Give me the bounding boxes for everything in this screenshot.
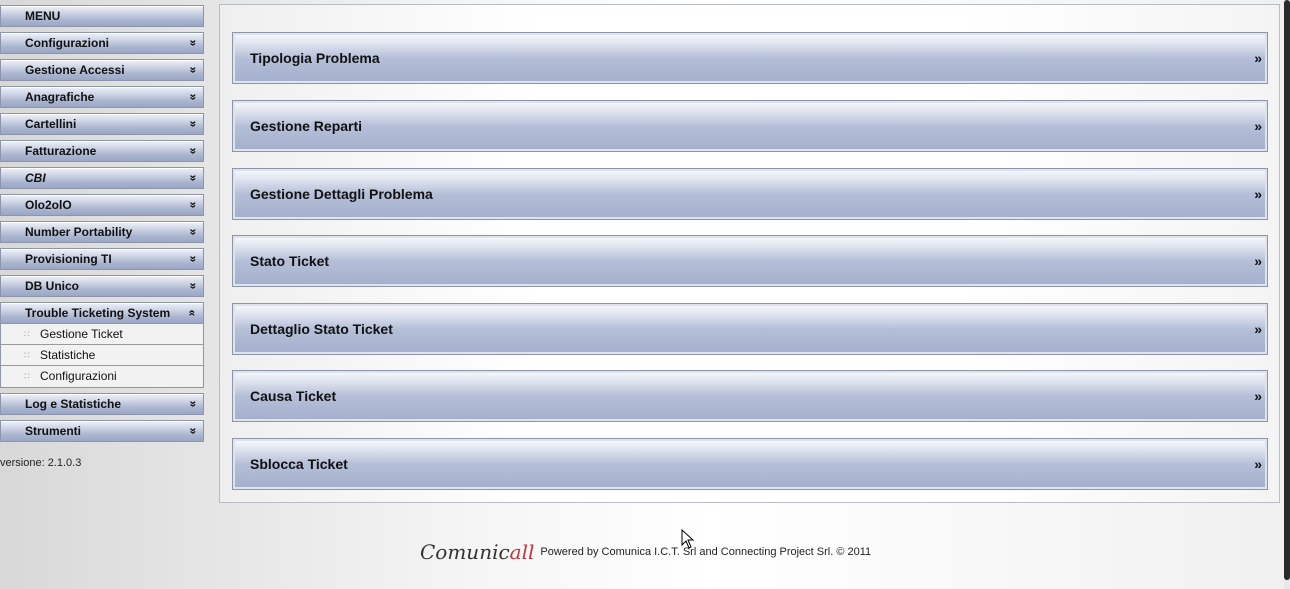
sidebar-item-fatturazione[interactable]: Fatturazione » — [0, 140, 204, 162]
row-sblocca-ticket[interactable]: Sblocca Ticket » — [232, 438, 1268, 490]
sidebar-item-number-portability[interactable]: Number Portability » — [0, 221, 204, 243]
row-label: Tipologia Problema — [250, 50, 380, 66]
double-chevron-right-icon: » — [1254, 186, 1262, 202]
submenu-item-label: Statistiche — [40, 348, 96, 362]
sidebar-item-provisioning-ti[interactable]: Provisioning TI » — [0, 248, 204, 270]
main-panel: Tipologia Problema » Gestione Reparti » … — [219, 4, 1280, 503]
copyright-label: © 2011 — [836, 546, 872, 558]
row-inner: Dettaglio Stato Ticket » — [235, 306, 1265, 352]
sidebar-item-cartellini[interactable]: Cartellini » — [0, 113, 204, 135]
bullet-icon: ∷ — [24, 371, 30, 381]
row-stato-ticket[interactable]: Stato Ticket » — [232, 235, 1268, 287]
row-label: Gestione Reparti — [250, 118, 363, 134]
row-label: Sblocca Ticket — [250, 456, 348, 472]
sidebar-item-label: Log e Statistiche — [25, 397, 122, 411]
row-inner: Gestione Reparti » — [235, 103, 1265, 149]
sidebar-item-label: Olo2olO — [25, 198, 72, 212]
submenu-trouble-ticketing: ∷ Gestione Ticket ∷ Statistiche ∷ Config… — [0, 324, 204, 388]
sidebar-item-label: Anagrafiche — [25, 90, 95, 104]
row-inner: Tipologia Problema » — [235, 35, 1265, 81]
sidebar-item-configurazioni[interactable]: Configurazioni » — [0, 32, 204, 54]
sidebar-item-cbi[interactable]: CBI » — [0, 167, 204, 189]
chevron-down-icon: » — [186, 201, 201, 209]
chevron-down-icon: » — [186, 120, 201, 128]
sidebar-item-label: Cartellini — [25, 117, 77, 131]
chevron-down-icon: » — [186, 147, 201, 155]
row-dettaglio-stato-ticket[interactable]: Dettaglio Stato Ticket » — [232, 303, 1268, 355]
row-label: Gestione Dettagli Problema — [250, 186, 433, 202]
chevron-down-icon: » — [186, 282, 201, 290]
sidebar-item-label: Configurazioni — [25, 36, 109, 50]
scrollbar-thumb[interactable] — [1284, 0, 1290, 580]
powered-by-label: Powered by — [540, 546, 599, 558]
sidebar-item-db-unico[interactable]: DB Unico » — [0, 275, 204, 297]
company-link-connecting-project[interactable]: Connecting Project Srl. — [721, 546, 834, 558]
chevron-down-icon: » — [186, 400, 201, 408]
comunicall-logo: Comunicall — [420, 540, 535, 564]
row-inner: Stato Ticket » — [235, 238, 1265, 284]
menu-header-label: MENU — [25, 9, 61, 23]
row-causa-ticket[interactable]: Causa Ticket » — [232, 370, 1268, 422]
row-inner: Causa Ticket » — [235, 373, 1265, 419]
chevron-up-icon: « — [185, 309, 200, 317]
double-chevron-right-icon: » — [1254, 321, 1262, 337]
sidebar-item-label: Trouble Ticketing System — [25, 306, 171, 320]
menu-header: MENU — [0, 5, 204, 27]
and-label: and — [699, 546, 718, 558]
mouse-cursor-icon — [681, 529, 695, 549]
sidebar-item-label: Strumenti — [25, 424, 82, 438]
chevron-down-icon: » — [186, 93, 201, 101]
sidebar-menu: MENU Configurazioni » Gestione Accessi »… — [0, 5, 204, 447]
sidebar-item-label: CBI — [25, 171, 46, 185]
sidebar-item-label: DB Unico — [25, 279, 79, 293]
chevron-down-icon: » — [186, 174, 201, 182]
chevron-down-icon: » — [186, 39, 201, 47]
row-gestione-reparti[interactable]: Gestione Reparti » — [232, 100, 1268, 152]
row-label: Dettaglio Stato Ticket — [250, 321, 393, 337]
sidebar-item-gestione-accessi[interactable]: Gestione Accessi » — [0, 59, 204, 81]
submenu-item-label: Gestione Ticket — [40, 327, 123, 341]
row-tipologia-problema[interactable]: Tipologia Problema » — [232, 32, 1268, 84]
sidebar-item-label: Gestione Accessi — [25, 63, 125, 77]
row-inner: Gestione Dettagli Problema » — [235, 171, 1265, 217]
row-gestione-dettagli-problema[interactable]: Gestione Dettagli Problema » — [232, 168, 1268, 220]
row-label: Causa Ticket — [250, 388, 337, 404]
double-chevron-right-icon: » — [1254, 388, 1262, 404]
footer: Comunicall Powered by Comunica I.C.T. Sr… — [420, 536, 871, 568]
sidebar-item-label: Fatturazione — [25, 144, 97, 158]
double-chevron-right-icon: » — [1254, 456, 1262, 472]
chevron-down-icon: » — [186, 228, 201, 236]
submenu-item-statistiche[interactable]: ∷ Statistiche — [1, 345, 203, 366]
submenu-item-label: Configurazioni — [40, 369, 117, 383]
submenu-item-gestione-ticket[interactable]: ∷ Gestione Ticket — [1, 324, 203, 345]
sidebar-item-anagrafiche[interactable]: Anagrafiche » — [0, 86, 204, 108]
sidebar-item-trouble-ticketing-system[interactable]: Trouble Ticketing System « — [0, 302, 204, 324]
row-inner: Sblocca Ticket » — [235, 441, 1265, 487]
version-label: versione: 2.1.0.3 — [0, 457, 82, 469]
sidebar-item-log-e-statistiche[interactable]: Log e Statistiche » — [0, 393, 204, 415]
submenu-item-configurazioni[interactable]: ∷ Configurazioni — [1, 366, 203, 387]
vertical-scrollbar[interactable] — [1284, 0, 1290, 589]
sidebar-item-strumenti[interactable]: Strumenti » — [0, 420, 204, 442]
double-chevron-right-icon: » — [1254, 118, 1262, 134]
sidebar-item-label: Provisioning TI — [25, 252, 112, 266]
chevron-down-icon: » — [186, 427, 201, 435]
sidebar-item-label: Number Portability — [25, 225, 133, 239]
double-chevron-right-icon: » — [1254, 50, 1262, 66]
bullet-icon: ∷ — [24, 329, 30, 339]
bullet-icon: ∷ — [24, 350, 30, 360]
double-chevron-right-icon: » — [1254, 253, 1262, 269]
sidebar-item-olo2olo[interactable]: Olo2olO » — [0, 194, 204, 216]
chevron-down-icon: » — [186, 66, 201, 74]
row-label: Stato Ticket — [250, 253, 330, 269]
chevron-down-icon: » — [186, 255, 201, 263]
